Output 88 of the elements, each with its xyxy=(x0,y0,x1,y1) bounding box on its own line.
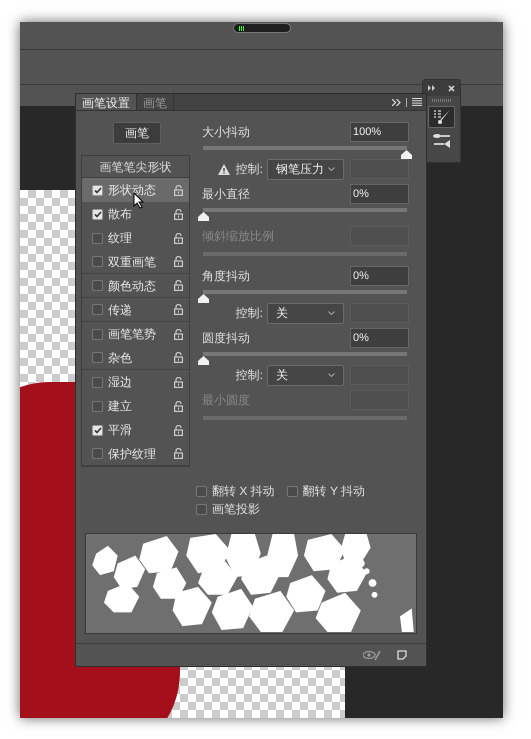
brush-option-row[interactable]: 保护纹理 xyxy=(82,442,189,466)
checkbox[interactable] xyxy=(92,328,103,340)
brush-option-row[interactable]: 颜色动态 xyxy=(82,274,189,298)
control-dropdown[interactable]: 关 xyxy=(267,302,344,324)
checkbox[interactable] xyxy=(92,304,103,315)
brush-option-row[interactable]: 形状动态 xyxy=(82,178,189,202)
brush-settings-icon[interactable] xyxy=(428,106,455,128)
panel-tab[interactable]: 画笔 xyxy=(137,94,174,110)
setting-label: 最小直径 xyxy=(202,186,250,203)
lock-icon[interactable] xyxy=(174,304,183,315)
control-dropdown[interactable]: 钢笔压力 xyxy=(267,158,344,180)
input-field[interactable]: 0% xyxy=(350,266,409,286)
brush-button[interactable]: 画笔 xyxy=(113,122,161,144)
option-label: 保护纹理 xyxy=(108,446,157,462)
option-label: 杂色 xyxy=(108,350,133,366)
option-label: 颜色动态 xyxy=(108,278,157,294)
input-field[interactable] xyxy=(350,159,409,179)
lock-icon[interactable] xyxy=(174,208,183,220)
status-pill xyxy=(232,23,290,33)
option-label: 纹理 xyxy=(108,230,133,247)
checkbox[interactable] xyxy=(92,424,103,436)
slider-thumb[interactable] xyxy=(198,356,209,365)
brush-option-row[interactable]: 传递 xyxy=(82,298,189,322)
input-field[interactable]: 0% xyxy=(350,328,409,348)
setting-label: 圆度抖动 xyxy=(202,330,250,347)
option-label: 形状动态 xyxy=(108,182,157,199)
new-preset-icon[interactable] xyxy=(397,650,407,660)
chevron-icon xyxy=(328,373,335,377)
lock-icon[interactable] xyxy=(174,328,183,340)
collapse-icon[interactable] xyxy=(392,98,401,106)
checkbox[interactable] xyxy=(196,504,207,515)
brush-option-row[interactable]: 画笔笔势 xyxy=(82,322,189,346)
lock-icon[interactable] xyxy=(174,448,183,459)
checkbox[interactable] xyxy=(92,256,103,267)
menu-icon[interactable] xyxy=(412,98,422,106)
control-dropdown[interactable]: 关 xyxy=(267,364,344,386)
brush-option-row[interactable]: 杂色 xyxy=(82,346,189,370)
option-label: 建立 xyxy=(108,398,133,415)
checkbox[interactable] xyxy=(196,486,207,497)
brush-option-row[interactable]: 平滑 xyxy=(82,418,189,442)
lock-icon[interactable] xyxy=(174,256,183,267)
checkbox[interactable] xyxy=(92,232,103,244)
setting-label: 控制: xyxy=(236,305,263,322)
chevron-icon xyxy=(328,311,335,315)
option-label: 传递 xyxy=(108,302,133,318)
checkbox-label: 翻转 Y 抖动 xyxy=(302,483,366,500)
lock-icon[interactable] xyxy=(174,280,183,291)
checkbox[interactable] xyxy=(92,184,103,196)
brush-option-row[interactable]: 散布 xyxy=(82,202,189,226)
checkbox[interactable] xyxy=(92,448,103,459)
brush-presets-icon[interactable] xyxy=(432,133,452,148)
setting-label: 控制: xyxy=(236,367,263,384)
checkbox[interactable] xyxy=(92,280,103,291)
eye-brush-icon[interactable] xyxy=(363,650,381,660)
checkbox[interactable] xyxy=(92,352,103,363)
checkbox[interactable] xyxy=(92,376,103,388)
brush-option-row[interactable]: 湿边 xyxy=(82,370,189,394)
brush-option-row[interactable]: 建立 xyxy=(82,394,189,418)
close-icon[interactable] xyxy=(448,84,455,92)
checkbox[interactable] xyxy=(92,208,103,220)
setting-label: 角度抖动 xyxy=(202,268,250,285)
option-label: 湿边 xyxy=(108,374,133,391)
collapse-icon[interactable] xyxy=(428,85,436,91)
input-field[interactable]: 100% xyxy=(350,122,409,142)
checkbox[interactable] xyxy=(92,400,103,412)
checkbox-label: 翻转 X 抖动 xyxy=(212,483,275,500)
setting-label: 大小抖动 xyxy=(202,124,250,141)
lock-icon[interactable] xyxy=(174,184,183,196)
input-field[interactable]: 0% xyxy=(350,184,409,204)
slider-thumb[interactable] xyxy=(198,294,209,303)
chevron-icon xyxy=(328,167,335,171)
setting-label: 控制: xyxy=(236,161,263,178)
checkbox[interactable] xyxy=(286,486,298,497)
panel-tab[interactable]: 画笔设置 xyxy=(76,94,137,110)
option-label: 画笔笔势 xyxy=(108,326,157,343)
brush-option-row[interactable]: 纹理 xyxy=(82,226,189,250)
brush-option-row[interactable]: 双重画笔 xyxy=(82,250,189,274)
option-label: 散布 xyxy=(108,206,133,223)
lock-icon[interactable] xyxy=(174,352,183,363)
lock-icon[interactable] xyxy=(174,400,183,412)
option-label: 双重画笔 xyxy=(108,254,157,270)
slider-thumb[interactable] xyxy=(198,212,209,221)
lock-icon[interactable] xyxy=(174,424,183,436)
slider-thumb[interactable] xyxy=(401,150,412,159)
option-label: 平滑 xyxy=(108,422,133,439)
checkbox-label: 画笔投影 xyxy=(212,501,260,518)
lock-icon[interactable] xyxy=(174,232,183,244)
lock-icon[interactable] xyxy=(174,376,183,388)
